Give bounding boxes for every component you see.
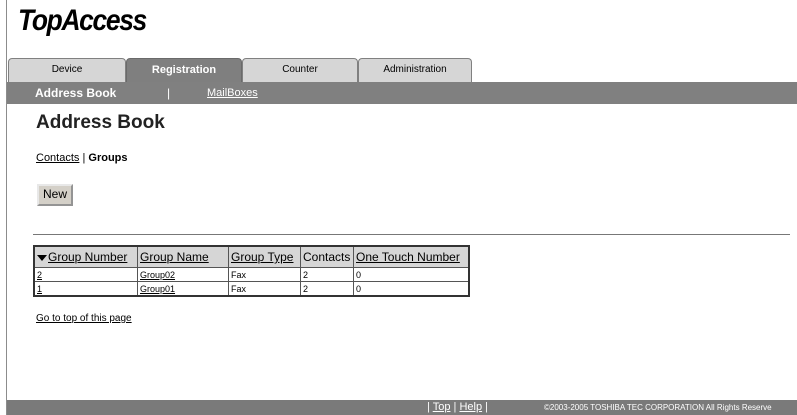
one-touch-sort-link[interactable]: One Touch Number: [356, 250, 460, 264]
copyright-text: ©2003-2005 TOSHIBA TEC CORPORATION All R…: [544, 403, 772, 412]
group-name-link[interactable]: Group01: [140, 284, 175, 294]
footer-top-link[interactable]: Top: [433, 401, 451, 413]
new-button[interactable]: New: [37, 184, 73, 206]
group-type-sort-link[interactable]: Group Type: [231, 250, 293, 264]
col-group-type[interactable]: Group Type: [228, 245, 301, 268]
cell-one-touch: 0: [353, 281, 470, 297]
groups-table: Group Number Group Name Group Type Conta…: [33, 245, 470, 297]
divider: [33, 234, 790, 235]
tab-registration[interactable]: Registration: [126, 58, 242, 82]
page-title: Address Book: [36, 112, 165, 133]
tab-counter[interactable]: Counter: [242, 58, 358, 82]
group-number-sort-link[interactable]: Group Number: [48, 250, 127, 264]
subnav-address-book: Address Book: [35, 86, 117, 100]
cell-group-type: Fax: [228, 281, 301, 297]
cell-group-number[interactable]: 1: [33, 281, 138, 297]
group-name-sort-link[interactable]: Group Name: [140, 250, 209, 264]
table-row: 2 Group02 Fax 2 0: [33, 267, 470, 282]
cell-one-touch: 0: [353, 267, 470, 282]
cell-contacts: 2: [300, 281, 354, 297]
col-contacts: Contacts: [300, 245, 354, 268]
cell-contacts: 2: [300, 267, 354, 282]
footer-help-link[interactable]: Help: [459, 401, 482, 413]
tab-administration[interactable]: Administration: [358, 58, 472, 82]
contacts-link[interactable]: Contacts: [36, 152, 79, 164]
cell-group-type: Fax: [228, 267, 301, 282]
sort-descending-icon: [37, 254, 47, 261]
group-number-link[interactable]: 1: [37, 284, 42, 294]
group-number-link[interactable]: 2: [37, 270, 42, 280]
cell-group-name[interactable]: Group01: [137, 281, 229, 297]
footer-links: | Top | Help |: [427, 400, 488, 415]
col-group-number[interactable]: Group Number: [33, 245, 138, 268]
footer-bar: | Top | Help | ©2003-2005 TOSHIBA TEC CO…: [7, 400, 797, 415]
cell-group-name[interactable]: Group02: [137, 267, 229, 282]
subnav-separator: |: [167, 86, 171, 100]
group-name-link[interactable]: Group02: [140, 270, 175, 280]
cell-group-number[interactable]: 2: [33, 267, 138, 282]
go-to-top-link[interactable]: Go to top of this page: [36, 313, 132, 324]
sub-navigation: Address Book | MailBoxes: [7, 82, 797, 104]
footer-separator: |: [453, 401, 457, 413]
table-header-row: Group Number Group Name Group Type Conta…: [33, 245, 470, 268]
col-group-name[interactable]: Group Name: [137, 245, 229, 268]
table-row: 1 Group01 Fax 2 0: [33, 281, 470, 297]
tab-device[interactable]: Device: [8, 58, 126, 82]
col-one-touch-number[interactable]: One Touch Number: [353, 245, 470, 268]
topaccess-logo: TopAccess: [18, 4, 147, 37]
footer-separator: |: [485, 401, 488, 413]
breadcrumb: Contacts | Groups: [36, 152, 128, 164]
main-tabs: Device Registration Counter Administrati…: [7, 58, 797, 82]
subnav-mailboxes-link[interactable]: MailBoxes: [207, 82, 258, 104]
groups-current: Groups: [88, 152, 128, 164]
footer-separator: |: [427, 401, 430, 413]
